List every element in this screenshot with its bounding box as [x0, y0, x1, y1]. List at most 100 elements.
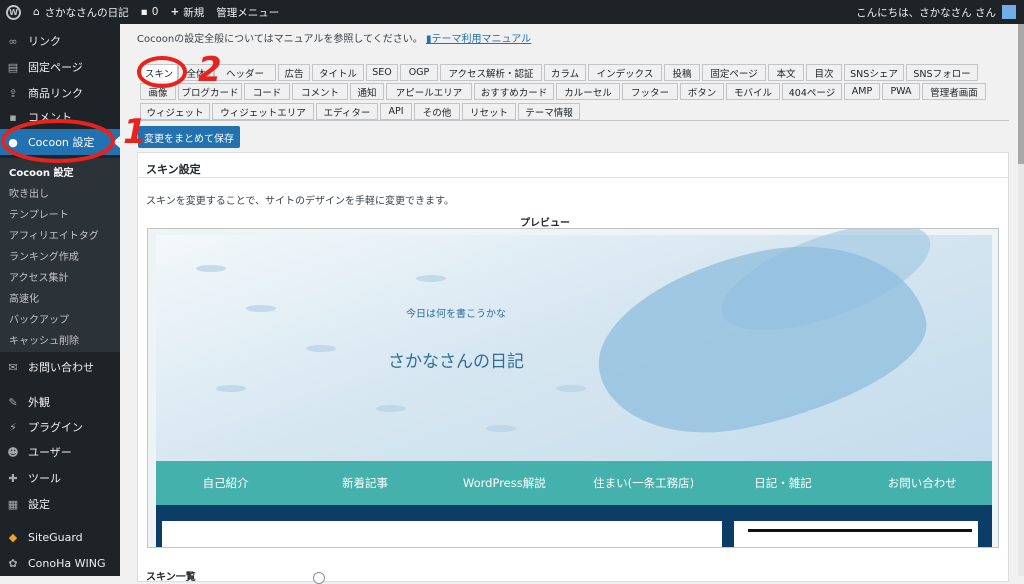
- tab-other[interactable]: その他: [414, 103, 460, 120]
- submenu-item-clear-cache[interactable]: キャッシュ削除: [9, 332, 79, 347]
- tab-sns-share[interactable]: SNSシェア: [844, 64, 904, 81]
- submenu-item-cocoon-settings[interactable]: Cocoon 設定: [9, 164, 73, 179]
- sidebar-item-label: 固定ページ: [28, 61, 83, 74]
- tab-editor[interactable]: エディター: [316, 103, 378, 120]
- nav-item-contact[interactable]: お問い合わせ: [853, 461, 992, 505]
- admin-menu-link[interactable]: 管理メニュー: [210, 0, 285, 24]
- tab-ogp[interactable]: OGP: [400, 64, 438, 81]
- tab-amp[interactable]: AMP: [844, 83, 880, 100]
- new-content-link[interactable]: + 新規: [164, 0, 210, 24]
- notice-text: Cocoonの設定全般についてはマニュアルを参照してください。: [137, 34, 423, 45]
- tab-ads[interactable]: 広告: [278, 64, 310, 81]
- nav-item-wordpress[interactable]: WordPress解説: [435, 461, 574, 505]
- sidebar-item-conoha-wing[interactable]: ✿ ConoHa WING: [0, 550, 120, 576]
- tab-static-page[interactable]: 固定ページ: [702, 64, 766, 81]
- manual-link[interactable]: ▮テーマ利用マニュアル: [426, 34, 531, 45]
- sidebar-item-appearance[interactable]: ✎ 外観: [0, 389, 120, 415]
- tab-button[interactable]: ボタン: [680, 83, 724, 100]
- tab-pwa[interactable]: PWA: [882, 83, 920, 100]
- tab-comment[interactable]: コメント: [292, 83, 348, 100]
- tab-image[interactable]: 画像: [140, 83, 176, 100]
- nav-item-about[interactable]: 自己紹介: [156, 461, 295, 505]
- avatar[interactable]: [1002, 5, 1016, 19]
- scrollbar-thumb[interactable]: [1018, 24, 1024, 164]
- tab-sns-follow[interactable]: SNSフォロー: [906, 64, 978, 81]
- preview-sidebar-card: [734, 521, 978, 547]
- tab-title[interactable]: タイトル: [312, 64, 364, 81]
- sidebar-item-plugins[interactable]: ⚡ プラグイン: [0, 414, 120, 440]
- tab-footer[interactable]: フッター: [622, 83, 678, 100]
- settings-icon: ▦: [7, 497, 19, 511]
- site-name-link[interactable]: ⌂ さかなさんの日記: [27, 0, 135, 24]
- comments-link[interactable]: ▪ 0: [135, 0, 165, 24]
- sidebar-item-links[interactable]: ∞ リンク: [0, 28, 120, 54]
- site-name-label: さかなさんの日記: [44, 6, 129, 19]
- tab-reset[interactable]: リセット: [462, 103, 516, 120]
- submenu-item-ranking[interactable]: ランキング作成: [9, 248, 79, 263]
- tab-column[interactable]: カラム: [544, 64, 586, 81]
- nav-item-house[interactable]: 住まい(一条工務店): [574, 461, 713, 505]
- sidebar-item-siteguard[interactable]: ◆ SiteGuard: [0, 524, 120, 550]
- tab-mobile[interactable]: モバイル: [726, 83, 780, 100]
- wordpress-logo-icon[interactable]: W: [0, 0, 27, 24]
- tab-analytics-auth[interactable]: アクセス解析・認証: [440, 64, 542, 81]
- tab-appeal-area[interactable]: アピールエリア: [386, 83, 472, 100]
- nav-item-new-posts[interactable]: 新着記事: [295, 461, 434, 505]
- submenu-item-access-stats[interactable]: アクセス集計: [9, 269, 69, 284]
- preview-navbar: 自己紹介 新着記事 WordPress解説 住まい(一条工務店) 日記・雑記 お…: [156, 461, 992, 505]
- submenu-item-backup[interactable]: バックアップ: [9, 311, 69, 326]
- submenu-item-speedup[interactable]: 高速化: [9, 290, 39, 305]
- product-link-icon: ⇪: [8, 86, 18, 100]
- skin-radio[interactable]: [313, 572, 325, 584]
- sidebar-item-product-links[interactable]: ⇪ 商品リンク: [0, 80, 120, 106]
- tab-carousel[interactable]: カルーセル: [556, 83, 620, 100]
- tab-api[interactable]: API: [380, 103, 412, 120]
- tab-404-page[interactable]: 404ページ: [782, 83, 842, 100]
- site-title: さかなさんの日記: [388, 352, 524, 372]
- tab-toc[interactable]: 目次: [806, 64, 842, 81]
- main-content: Cocoonの設定全般についてはマニュアルを参照してください。 ▮テーマ利用マニ…: [120, 24, 1024, 584]
- nav-item-diary[interactable]: 日記・雑記: [713, 461, 852, 505]
- admin-menu-label: 管理メニュー: [216, 6, 280, 19]
- sidebar-item-cocoon-settings[interactable]: ● Cocoon 設定: [0, 129, 120, 155]
- fish-image: [216, 385, 246, 392]
- submenu-item-balloon[interactable]: 吹き出し: [9, 185, 49, 200]
- tab-widget-area[interactable]: ウィジェットエリア: [212, 103, 314, 120]
- sidebar-item-users[interactable]: ☻ ユーザー: [0, 439, 120, 465]
- tab-seo[interactable]: SEO: [366, 64, 398, 81]
- tab-post[interactable]: 投稿: [664, 64, 700, 81]
- link-icon: ∞: [8, 34, 18, 48]
- fish-image: [196, 265, 226, 272]
- page-scrollbar[interactable]: [1018, 24, 1024, 576]
- sidebar-item-label: ツール: [28, 472, 61, 485]
- manual-notice: Cocoonの設定全般についてはマニュアルを参照してください。 ▮テーマ利用マニ…: [137, 30, 531, 45]
- home-icon: ⌂: [33, 6, 40, 18]
- sidebar-item-label: コメント: [28, 111, 72, 124]
- save-all-button[interactable]: 変更をまとめて保存: [138, 126, 240, 148]
- tab-recommended-cards[interactable]: おすすめカード: [474, 83, 554, 100]
- sidebar-item-pages[interactable]: ▤ 固定ページ: [0, 54, 120, 80]
- sidebar-item-comments[interactable]: ▪ コメント: [0, 104, 120, 130]
- panel-title: スキン設定: [146, 163, 201, 176]
- user-greeting[interactable]: こんにちは、さかなさん さん: [856, 5, 996, 20]
- sidebar-item-contact[interactable]: ✉ お問い合わせ: [0, 354, 120, 380]
- tab-index[interactable]: インデックス: [588, 64, 662, 81]
- plus-icon: +: [170, 6, 180, 18]
- sidebar-item-settings[interactable]: ▦ 設定: [0, 491, 120, 517]
- sidebar-item-label: プラグイン: [28, 421, 83, 434]
- site-tagline: 今日は何を書こうかな: [406, 309, 506, 320]
- tab-widget[interactable]: ウィジェット: [140, 103, 210, 120]
- tab-code[interactable]: コード: [244, 83, 290, 100]
- sidebar-item-tools[interactable]: ✚ ツール: [0, 465, 120, 491]
- submenu-item-affiliate-tag[interactable]: アフィリエイトタグ: [9, 227, 99, 242]
- tab-notice[interactable]: 通知: [350, 83, 384, 100]
- tab-theme-info[interactable]: テーマ情報: [518, 103, 580, 120]
- tab-header[interactable]: ヘッダー: [214, 64, 276, 81]
- sidebar-item-label: リンク: [28, 35, 61, 48]
- tab-admin-screen[interactable]: 管理者画面: [922, 83, 986, 100]
- tab-body[interactable]: 本文: [768, 64, 804, 81]
- sidebar-item-label: Cocoon 設定: [28, 136, 95, 149]
- tab-skin[interactable]: スキン: [140, 64, 178, 81]
- submenu-item-template[interactable]: テンプレート: [9, 206, 69, 221]
- sidebar-item-label: ConoHa WING: [28, 556, 106, 570]
